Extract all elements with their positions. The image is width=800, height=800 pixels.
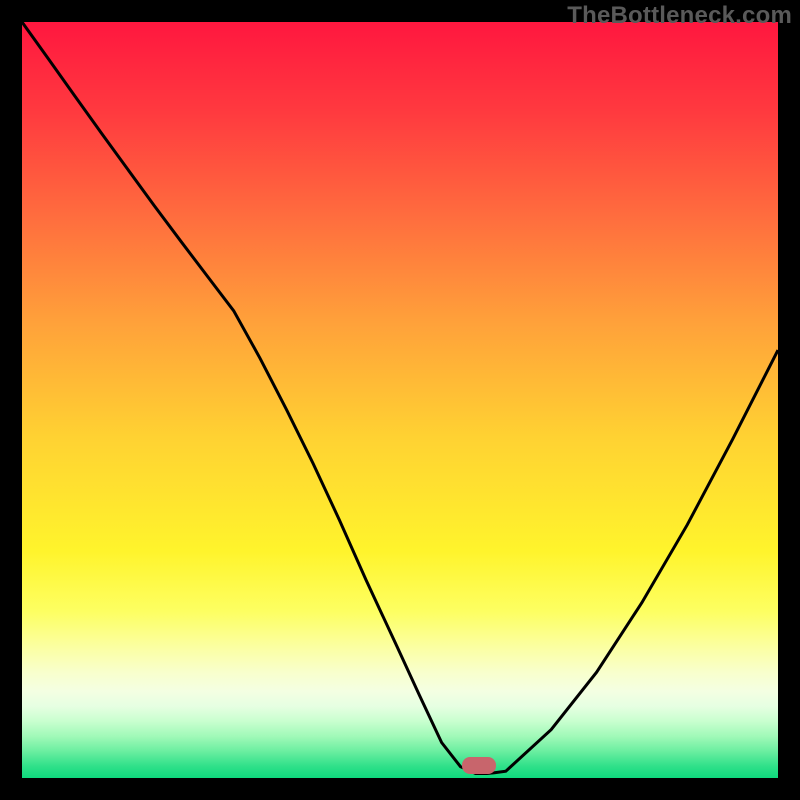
chart-frame: TheBottleneck.com bbox=[0, 0, 800, 800]
bottleneck-chart bbox=[22, 22, 778, 778]
watermark-text: TheBottleneck.com bbox=[567, 2, 792, 30]
optimal-point-marker bbox=[462, 757, 496, 774]
gradient-background bbox=[22, 22, 778, 778]
